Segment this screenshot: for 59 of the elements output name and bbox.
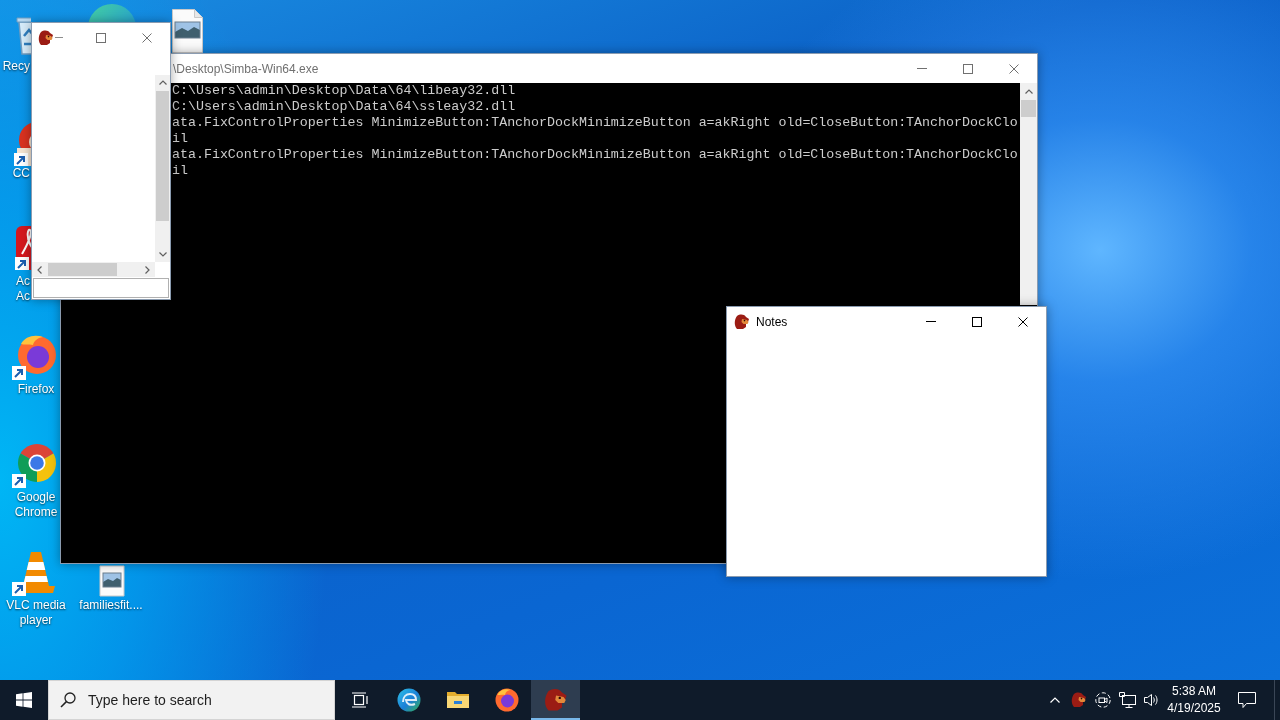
windows-logo-icon <box>16 692 32 708</box>
image-file-icon[interactable] <box>97 565 127 597</box>
desktop-icon-label: CC <box>11 166 30 181</box>
console-line: ata.FixControlProperties MinimizeButton:TAnchorDockMinimizeButton a=akRight old=CloseButton:TAnchorDockClo <box>172 115 1018 131</box>
swirl-logo-icon <box>396 688 421 712</box>
volume-icon <box>1143 692 1159 708</box>
vertical-scrollbar[interactable] <box>155 75 170 262</box>
scroll-up-icon <box>158 80 167 85</box>
task-view-icon <box>350 692 369 708</box>
vertical-scrollbar[interactable] <box>1020 83 1037 305</box>
window-title: \Desktop\Simba-Win64.exe <box>173 61 319 76</box>
lion-icon <box>1071 692 1087 708</box>
scrollbar-thumb[interactable] <box>48 263 117 276</box>
minimize-icon <box>917 68 927 69</box>
clock-time: 5:38 AM <box>1172 683 1216 700</box>
console-line: ata.FixControlProperties MinimizeButton:TAnchorDockMinimizeButton a=akRight old=CloseButton:TAnchorDockClo <box>172 147 1018 163</box>
input-field[interactable] <box>33 278 169 298</box>
console-line: C:\Users\admin\Desktop\Data\64\ssleay32.dll <box>172 99 516 115</box>
scroll-right-icon <box>145 265 150 274</box>
app-shortcut-icon[interactable] <box>14 224 31 270</box>
window-title: Notes <box>756 314 788 329</box>
image-file-icon[interactable] <box>172 9 203 53</box>
search-field[interactable]: Type here to search <box>48 680 335 720</box>
scroll-down-icon <box>158 252 167 257</box>
maximize-icon <box>96 32 106 43</box>
firefox-icon[interactable] <box>11 333 59 381</box>
desktop-icon-label: VLC media player <box>5 598 67 628</box>
desktop-icon-label: Ac Ac <box>15 274 30 304</box>
speech-bubble-icon <box>1238 691 1256 709</box>
lion-icon <box>734 313 750 330</box>
close-icon <box>1009 63 1019 74</box>
scrollbar-thumb[interactable] <box>1021 100 1036 117</box>
desktop-icon-label: Recy <box>1 59 30 74</box>
desktop-icon-label: familiesfit.... <box>78 598 144 613</box>
caret-up-icon <box>1050 697 1060 703</box>
horizontal-scrollbar[interactable] <box>32 262 155 277</box>
console-line: C:\Users\admin\Desktop\Data\64\libeay32.dll <box>172 83 516 99</box>
scroll-left-icon <box>37 265 42 274</box>
search-icon <box>60 692 76 708</box>
console-line: il <box>172 131 188 147</box>
clock-date: 4/19/2025 <box>1167 700 1221 717</box>
scrollbar-thumb[interactable] <box>156 91 169 221</box>
desktop-icon-label: Google Chrome <box>13 490 59 520</box>
lion-icon <box>543 688 568 712</box>
minimize-icon <box>55 37 63 38</box>
console-line: il <box>172 163 188 179</box>
maximize-icon <box>963 63 973 74</box>
scroll-up-icon <box>1024 89 1033 94</box>
camera-icon <box>1095 692 1111 708</box>
network-icon <box>1118 692 1136 708</box>
close-icon <box>142 32 152 43</box>
firefox-icon <box>494 688 519 712</box>
lion-icon <box>38 29 54 46</box>
minimize-icon <box>926 321 936 322</box>
chrome-icon[interactable] <box>11 441 59 489</box>
desktop-icon-label: Firefox <box>16 382 56 397</box>
folder-icon <box>445 690 470 710</box>
close-icon <box>1018 316 1028 327</box>
maximize-icon <box>972 316 982 327</box>
